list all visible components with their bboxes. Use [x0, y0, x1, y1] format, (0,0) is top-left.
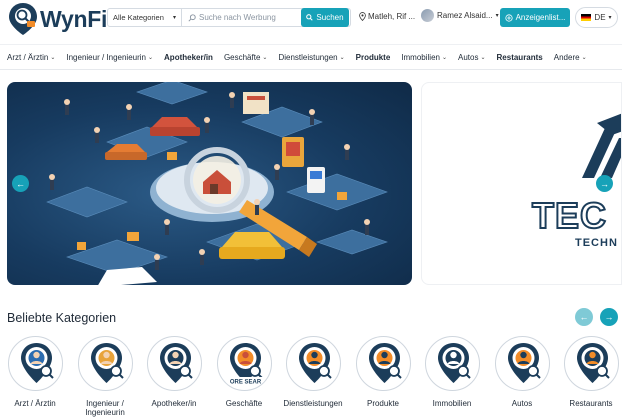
car-icon [494, 336, 550, 391]
category-label: Apotheker/in [151, 399, 197, 408]
services-icon [285, 336, 341, 391]
nav-item[interactable]: Produkte [356, 53, 391, 62]
slider-next-button[interactable]: → [596, 175, 613, 192]
tech-slide-subtext: TECHN [575, 237, 618, 249]
shop-icon: ORE SEAR [216, 336, 272, 391]
category-card[interactable]: Apotheker/in [139, 336, 209, 408]
category-label: Ingenieur / Ingenieurin [85, 399, 125, 417]
pharmacist-icon [146, 336, 202, 391]
category-label: Immobilien [432, 399, 472, 408]
category-card[interactable]: Autos [487, 336, 557, 408]
popular-categories-title: Beliebte Kategorien [7, 311, 117, 325]
nav-item[interactable]: Geschäfte ⌄ [224, 53, 268, 62]
arrow-left-icon: ← [16, 178, 25, 189]
nav-item[interactable]: Andere ⌄ [554, 53, 587, 62]
nav-item[interactable]: Autos ⌄ [458, 53, 486, 62]
arrow-right-icon: → [600, 178, 609, 189]
location-pin-icon [359, 12, 366, 21]
nav-item-label: Geschäfte [223, 52, 261, 62]
plus-circle-icon [504, 13, 513, 22]
category-card[interactable]: Arzt / Ärztin [0, 336, 70, 408]
hero-slider: ← TEC TECHN → [7, 82, 622, 285]
chevron-down-icon: ⌄ [581, 54, 587, 61]
products-icon [355, 336, 411, 391]
category-label: Produkte [366, 399, 400, 408]
nav-item[interactable]: Arzt / Ärztin ⌄ [7, 53, 55, 62]
nav-item[interactable]: Apotheker/in [164, 53, 213, 62]
category-label: Restaurants [569, 399, 613, 408]
language-label: DE [594, 13, 606, 22]
marketplace-illustration [46, 82, 388, 285]
category-card[interactable]: Produkte [348, 336, 418, 408]
nav-item-label: Dienstleistungen [278, 52, 338, 62]
nav-item[interactable]: Ingenieur / Ingenieurin ⌄ [66, 53, 153, 62]
language-selector[interactable]: DE ▾ [575, 7, 618, 28]
category-nav: Arzt / Ärztin ⌄ Ingenieur / Ingenieurin ⌄ Ap… [0, 44, 622, 70]
chevron-down-icon: ⌄ [148, 54, 154, 61]
categories-next-button[interactable]: → [600, 308, 618, 326]
category-card[interactable]: Ingenieur / Ingenieurin [70, 336, 140, 417]
doctor-icon [7, 336, 63, 391]
chevron-down-icon: ▾ [172, 15, 176, 21]
category-card[interactable]: Dienstleistungen [278, 336, 348, 408]
chevron-down-icon: ⌄ [441, 54, 448, 61]
site-logo[interactable]: WynFi [8, 2, 107, 36]
post-ad-button[interactable]: Anzeigenlist... [500, 8, 570, 27]
logo-pin-icon [9, 3, 37, 35]
restaurant-icon [563, 336, 619, 391]
category-banner-text: ORE SEAR [229, 380, 261, 386]
nav-item-label: Autos [458, 52, 479, 62]
search-button-label: Suchen [316, 13, 344, 22]
category-label: Geschäfte [225, 399, 263, 408]
arrow-right-icon: → [604, 312, 614, 322]
user-name: Ramez Alsaid... [437, 11, 493, 20]
site-header: WynFi Alle Kategorien ▾ Suchen Matleh, R… [0, 0, 622, 40]
nav-item[interactable]: Restaurants [497, 53, 543, 62]
nav-item-label: Ingenieur / Ingenieurin [66, 52, 146, 62]
nav-item-label: Produkte [355, 52, 391, 62]
chevron-down-icon: ⌄ [339, 54, 345, 61]
nav-item-label: Immobilien [401, 52, 440, 62]
search-button[interactable]: Suchen [301, 8, 349, 27]
logo-text: WynFi [40, 5, 108, 32]
nav-item-label: Apotheker/in [164, 52, 213, 62]
location-selector[interactable]: Matleh, Rif ... [359, 12, 415, 21]
tech-logo-graphic [582, 113, 621, 178]
hero-slide-tech[interactable]: TEC TECHN [421, 82, 622, 285]
chevron-down-icon: ⌄ [50, 54, 56, 61]
category-label: Autos [511, 399, 533, 408]
slider-prev-button[interactable]: ← [12, 175, 29, 192]
nav-item-label: Andere [553, 52, 580, 62]
chevron-down-icon: ▾ [495, 13, 499, 19]
category-card[interactable]: ORE SEAR Geschäfte [209, 336, 279, 408]
chevron-down-icon: ⌄ [480, 54, 486, 61]
engineer-icon [77, 336, 133, 391]
chevron-down-icon: ⌄ [262, 54, 268, 61]
german-flag-icon [581, 14, 592, 21]
category-card[interactable]: Immobilien [417, 336, 487, 408]
nav-item-label: Restaurants [496, 52, 543, 62]
post-ad-label: Anzeigenlist... [515, 13, 566, 22]
real-estate-icon [424, 336, 480, 391]
categories-carousel: Arzt / Ärztin Ingenieur / Ingenieurin Apot… [0, 336, 622, 417]
user-menu[interactable]: Ramez Alsaid... ▾ [421, 9, 499, 22]
category-select-label: Alle Kategorien [113, 13, 164, 22]
caret-down-icon: ▾ [608, 15, 612, 21]
arrow-left-icon: ← [579, 312, 589, 322]
nav-item[interactable]: Immobilien ⌄ [401, 53, 447, 62]
category-select[interactable]: Alle Kategorien ▾ [108, 9, 182, 26]
category-card[interactable]: Restaurants [556, 336, 622, 408]
search-icon [306, 14, 314, 21]
location-label: Matleh, Rif ... [368, 12, 416, 21]
avatar [421, 9, 434, 22]
search-field-icon [188, 14, 196, 22]
tech-slide-wordmark: TEC [531, 194, 607, 237]
category-label: Arzt / Ärztin [14, 399, 56, 408]
category-label: Dienstleistungen [283, 399, 343, 408]
nav-item-label: Arzt / Ärztin [7, 52, 49, 62]
hero-slide-marketplace[interactable] [7, 82, 412, 285]
categories-prev-button[interactable]: ← [575, 308, 593, 326]
nav-item[interactable]: Dienstleistungen ⌄ [278, 53, 344, 62]
